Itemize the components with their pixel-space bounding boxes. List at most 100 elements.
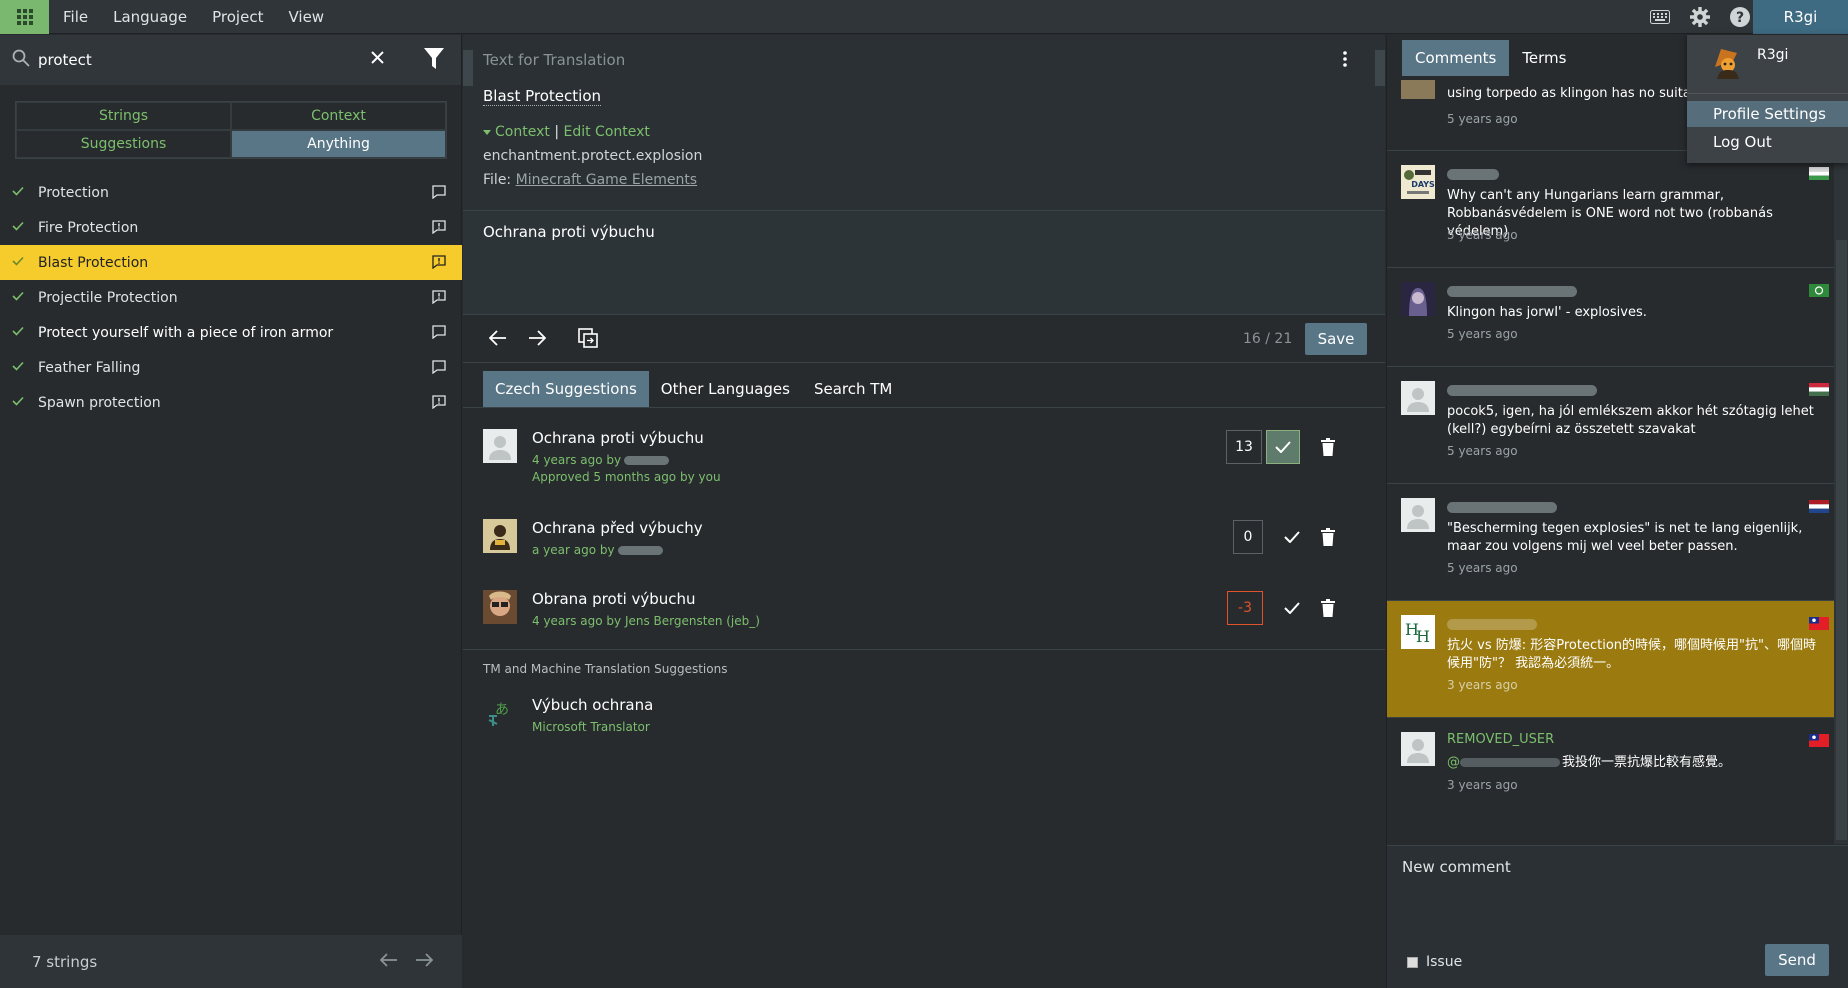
new-comment-box[interactable]: New comment Issue Send <box>1387 845 1848 988</box>
suggestion-text[interactable]: Ochrana před výbuchy <box>532 519 703 537</box>
comment-icon[interactable] <box>432 360 446 374</box>
collapse-left-handle[interactable] <box>463 50 473 86</box>
more-options-icon[interactable] <box>1343 51 1347 67</box>
issue-checkbox[interactable] <box>1407 956 1418 968</box>
next-string-icon[interactable] <box>528 330 546 346</box>
previous-page-icon[interactable] <box>380 953 398 967</box>
string-key: enchantment.protect.explosion <box>483 148 703 164</box>
search-input[interactable] <box>38 45 358 75</box>
tab-comments[interactable]: Comments <box>1402 40 1510 76</box>
editor-toolbar: 16 / 21 Save <box>463 315 1385 363</box>
avatar <box>483 519 517 553</box>
suggestion-meta-text: a year ago by <box>532 543 615 557</box>
check-icon <box>12 361 24 371</box>
translation-text: Ochrana proti výbuchu <box>483 223 655 241</box>
gear-icon[interactable] <box>1687 4 1713 30</box>
file-link[interactable]: Minecraft Game Elements <box>516 172 698 188</box>
keyboard-icon[interactable] <box>1647 4 1673 30</box>
vote-count: -3 <box>1227 591 1263 625</box>
user-dropdown: R3gi Profile Settings Log Out <box>1687 35 1848 163</box>
delete-icon[interactable] <box>1321 599 1335 617</box>
suggestion-text[interactable]: Obrana proti výbuchu <box>532 590 696 608</box>
next-page-icon[interactable] <box>415 953 433 967</box>
comment-icon[interactable] <box>432 325 446 339</box>
clear-search-icon[interactable] <box>370 50 385 65</box>
comment-item: DAYS Why can't any Hungarians learn gram… <box>1387 151 1834 268</box>
approve-icon[interactable] <box>1275 520 1309 554</box>
previous-string-icon[interactable] <box>489 330 507 346</box>
comment-time: 5 years ago <box>1447 112 1518 126</box>
new-comment-input[interactable]: New comment <box>1402 858 1511 876</box>
string-label: Protection <box>38 184 109 201</box>
delete-icon[interactable] <box>1321 528 1335 546</box>
filter-anything[interactable]: Anything <box>231 130 446 158</box>
suggestion-text[interactable]: Ochrana proti výbuchu <box>532 429 704 447</box>
string-item[interactable]: Protection <box>0 175 462 210</box>
filter-strings[interactable]: Strings <box>16 102 231 130</box>
tab-terms[interactable]: Terms <box>1509 40 1579 76</box>
approve-icon[interactable] <box>1275 591 1309 625</box>
issue-comment-icon[interactable] <box>432 395 446 409</box>
context-toggle[interactable]: Context <box>495 124 550 140</box>
flag-icon <box>1809 617 1829 630</box>
source-string: Blast Protection <box>483 87 602 106</box>
machine-translation-icon: あ <box>483 696 517 730</box>
profile-settings-item[interactable]: Profile Settings <box>1687 101 1848 127</box>
issue-comment-icon[interactable] <box>432 290 446 304</box>
issue-comment-icon[interactable] <box>432 220 446 234</box>
tm-text[interactable]: Výbuch ochrana <box>532 696 653 714</box>
tm-source: Microsoft Translator <box>532 720 650 734</box>
collapse-right-handle[interactable] <box>1375 50 1385 86</box>
menu-language[interactable]: Language <box>113 8 187 26</box>
string-item[interactable]: Projectile Protection <box>0 280 462 315</box>
tm-suggestion-item: あ Výbuch ochrana Microsoft Translator <box>463 696 1385 766</box>
filter-context[interactable]: Context <box>231 102 446 130</box>
check-icon <box>12 186 24 196</box>
flag-icon <box>1809 167 1829 180</box>
caret-down-icon[interactable] <box>483 129 491 135</box>
comments-scrollbar[interactable] <box>1834 80 1848 844</box>
redacted-username <box>624 456 670 465</box>
file-row: File: Minecraft Game Elements <box>483 172 697 188</box>
comments-panel: Comments Terms using torpedo as klingon … <box>1386 35 1848 988</box>
send-button[interactable]: Send <box>1765 944 1829 976</box>
user-menu-button[interactable]: R3gi <box>1753 0 1848 34</box>
scrollbar-thumb[interactable] <box>1836 240 1847 840</box>
comment-body: pocok5, igen, ha jól emlékszem akkor hét… <box>1447 404 1814 437</box>
string-item-selected[interactable]: Blast Protection <box>0 245 462 280</box>
help-icon[interactable]: ? <box>1727 4 1753 30</box>
redacted-username <box>1447 502 1557 513</box>
check-icon <box>12 221 24 231</box>
apps-grid-icon[interactable] <box>0 0 49 34</box>
tab-other-languages[interactable]: Other Languages <box>649 371 802 407</box>
string-item[interactable]: Spawn protection <box>0 385 462 420</box>
tab-search-tm[interactable]: Search TM <box>802 371 904 407</box>
menu-view[interactable]: View <box>288 8 324 26</box>
comment-icon[interactable] <box>432 185 446 199</box>
log-out-item[interactable]: Log Out <box>1713 133 1772 151</box>
string-item[interactable]: Fire Protection <box>0 210 462 245</box>
save-button[interactable]: Save <box>1305 323 1367 355</box>
delete-icon[interactable] <box>1321 438 1335 456</box>
issue-label: Issue <box>1426 954 1463 970</box>
avatar <box>1401 282 1435 316</box>
tab-czech-suggestions[interactable]: Czech Suggestions <box>483 371 649 407</box>
string-item[interactable]: Feather Falling <box>0 350 462 385</box>
flag-icon <box>1809 284 1829 297</box>
edit-context-link[interactable]: Edit Context <box>563 124 649 140</box>
translation-textarea[interactable]: Ochrana proti výbuchu <box>463 210 1385 315</box>
filter-suggestions[interactable]: Suggestions <box>16 130 231 158</box>
check-icon <box>12 326 24 336</box>
issue-comment-icon[interactable] <box>432 255 446 269</box>
comment-author[interactable]: REMOVED_USER <box>1447 732 1554 747</box>
avatar: HH <box>1401 615 1435 649</box>
suggestion-meta-text: 4 years ago by <box>532 453 622 467</box>
mention-prefix: @ <box>1447 755 1460 770</box>
filter-icon[interactable] <box>424 48 444 70</box>
menu-project[interactable]: Project <box>212 8 263 26</box>
menu-file[interactable]: File <box>63 8 88 26</box>
copy-source-icon[interactable] <box>578 328 598 348</box>
issue-checkbox-row[interactable]: Issue <box>1407 954 1462 970</box>
approve-icon[interactable] <box>1266 430 1300 464</box>
string-item[interactable]: Protect yourself with a piece of iron ar… <box>0 315 462 350</box>
